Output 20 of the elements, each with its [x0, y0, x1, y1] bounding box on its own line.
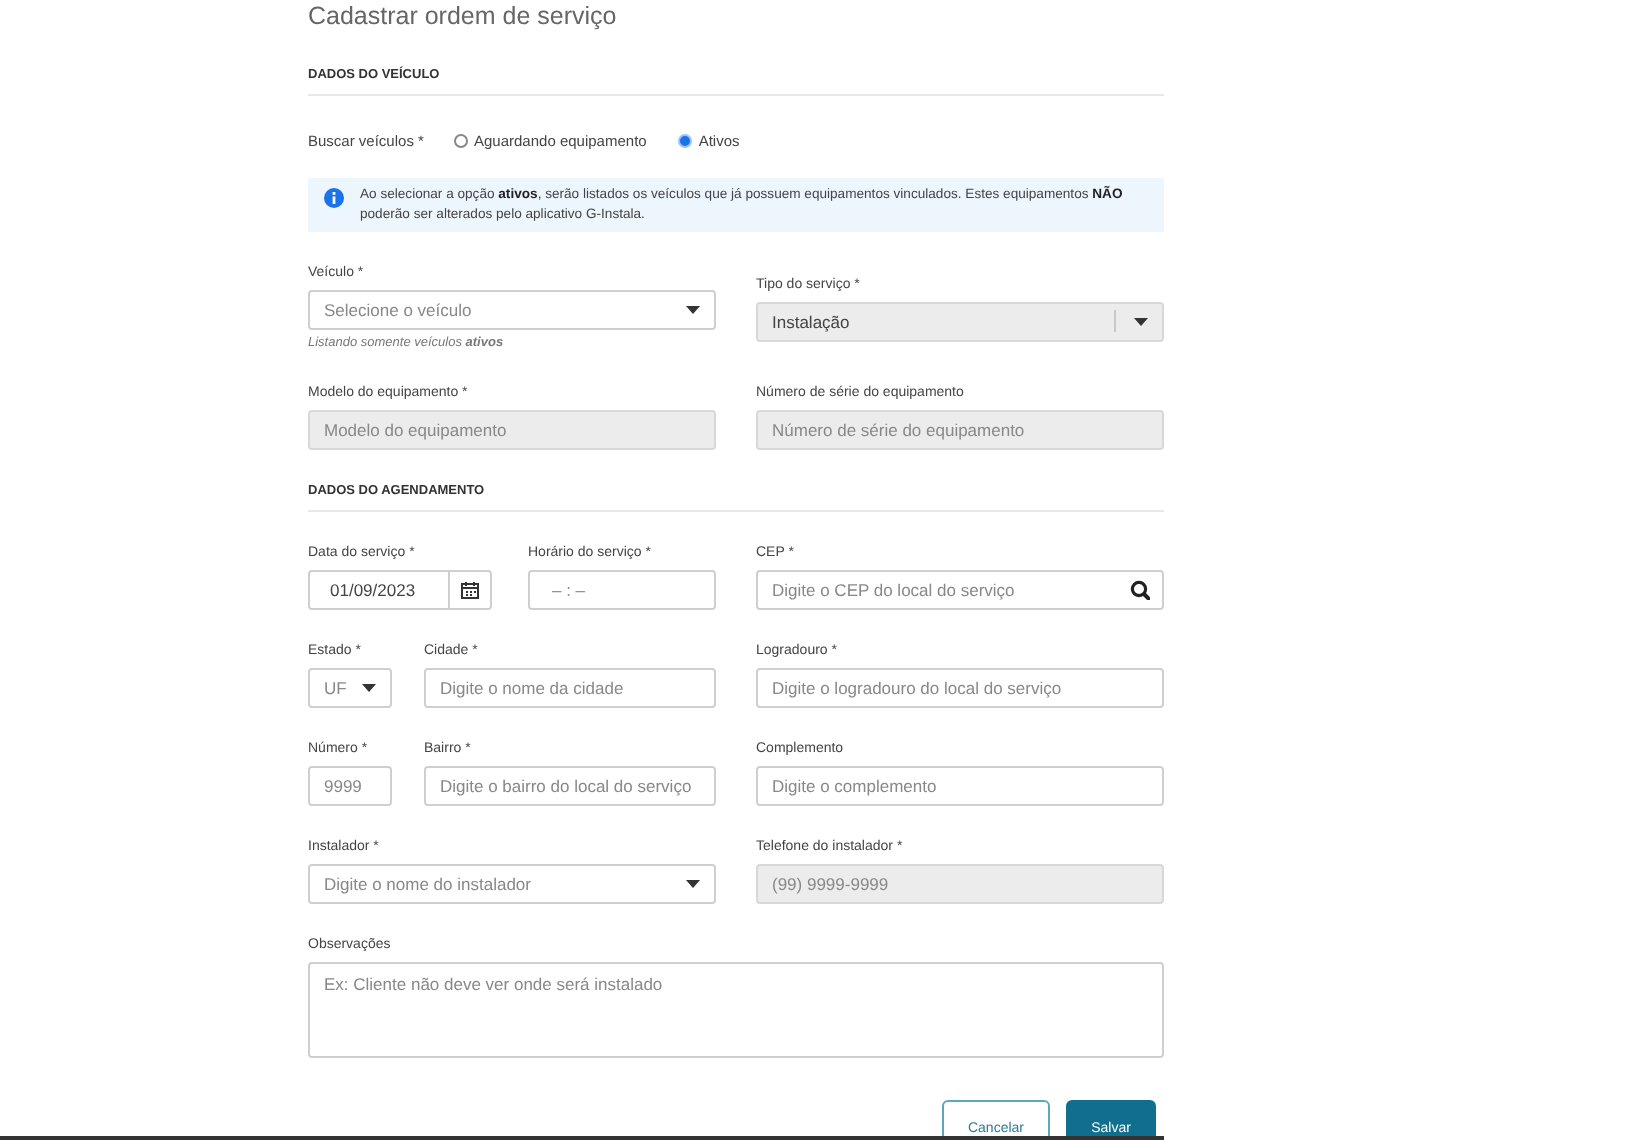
input-field[interactable]: Digite o bairro do local do serviço: [424, 766, 716, 806]
input-field[interactable]: Digite o complemento: [756, 766, 1164, 806]
caret-icon: [686, 880, 700, 888]
info-icon: [324, 188, 344, 208]
caret-icon: [686, 306, 700, 314]
text-area[interactable]: Ex: Cliente não deve ver onde será instalado: [308, 962, 1164, 1058]
dropdown[interactable]: UF: [308, 668, 392, 708]
calendar-icon: [460, 580, 480, 600]
time-field[interactable]: – : –: [528, 570, 716, 610]
search-icon: [1130, 580, 1150, 600]
input-field[interactable]: Digite o nome da cidade: [424, 668, 716, 708]
search-field[interactable]: Digite o CEP do local do serviço: [756, 570, 1164, 610]
caret-icon: [1134, 317, 1148, 325]
input-field[interactable]: 9999: [308, 766, 392, 806]
dropdown[interactable]: Selecione o veículo: [308, 290, 716, 330]
caret-icon: [362, 684, 376, 692]
input-field[interactable]: Digite o logradouro do local do serviço: [756, 668, 1164, 708]
date-field[interactable]: 01/09/2023: [308, 570, 492, 610]
dropdown[interactable]: Digite o nome do instalador: [308, 864, 716, 904]
page-title: Cadastrar ordem de serviço: [308, 2, 619, 32]
